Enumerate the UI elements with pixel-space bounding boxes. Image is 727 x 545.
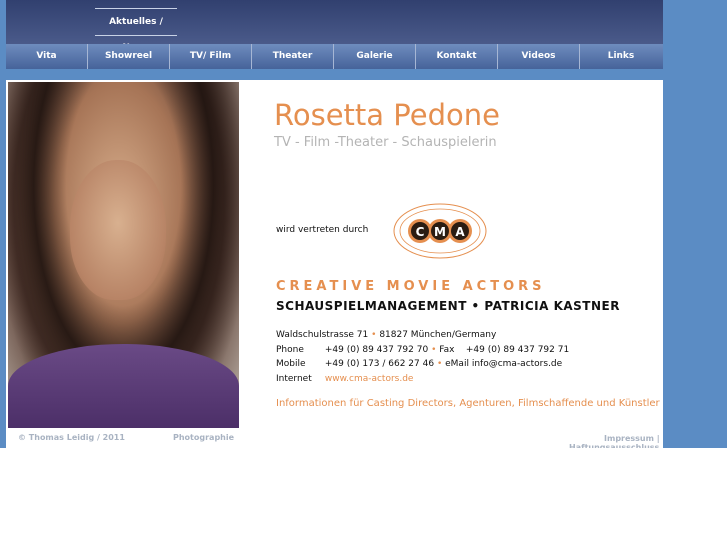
svg-text:A: A — [455, 225, 465, 239]
mobile-label: Mobile — [276, 359, 306, 369]
phone-label: Phone — [276, 344, 304, 355]
internet-label: Internet — [276, 373, 312, 384]
agency-title: CREATIVE MOVIE ACTORS — [276, 279, 546, 294]
header-bar: Aktuelles / News — [6, 0, 663, 53]
nav-item-theater[interactable]: Theater — [252, 44, 334, 69]
photo-shirt — [8, 344, 239, 428]
photo-copyright: © Thomas Leidig / 2011 — [18, 433, 125, 442]
photographie-link[interactable]: Photographie — [173, 433, 234, 442]
represented-by-text: wird vertreten durch — [276, 225, 369, 235]
fax-label: Fax — [439, 344, 455, 355]
agency-subtitle: SCHAUSPIELMANAGEMENT • PATRICIA KASTNER — [276, 299, 620, 313]
phone-number: +49 (0) 89 437 792 70 — [324, 344, 429, 355]
website-link[interactable]: www.cma-actors.de — [325, 374, 414, 384]
cma-logo: C M A — [393, 203, 487, 259]
nav-item-links[interactable]: Links — [580, 44, 662, 69]
bullet: • — [431, 344, 440, 355]
bullet: • — [436, 359, 446, 369]
nav-item-showreel[interactable]: Showreel — [88, 44, 170, 69]
main-nav: Vita Showreel TV/ Film Theater Galerie K… — [6, 44, 663, 69]
nav-item-galerie[interactable]: Galerie — [334, 44, 416, 69]
casting-info-link[interactable]: Informationen für Casting Directors, Age… — [276, 398, 666, 410]
actor-name: Rosetta Pedone — [274, 98, 500, 132]
fax-number: +49 (0) 89 437 792 71 — [465, 344, 570, 355]
agency-address: Waldschulstrasse 71 • 81827 München/Germ… — [276, 328, 569, 386]
news-link[interactable]: Aktuelles / News — [95, 8, 177, 53]
impressum-link[interactable]: Impressum | — [604, 434, 660, 443]
svg-text:M: M — [434, 225, 446, 239]
nav-item-vita[interactable]: Vita — [6, 44, 88, 69]
nav-item-videos[interactable]: Videos — [498, 44, 580, 69]
photo-face — [70, 160, 166, 300]
content-panel: © Thomas Leidig / 2011 Photographie Rose… — [6, 80, 663, 448]
address-street: Waldschulstrasse 71 — [276, 330, 369, 340]
haftung-link[interactable]: Haftungsausschluss — [569, 443, 659, 448]
nav-item-kontakt[interactable]: Kontakt — [416, 44, 498, 69]
actor-subtitle: TV - Film -Theater - Schauspielerin — [274, 135, 497, 150]
portrait-photo — [8, 82, 239, 428]
email-address[interactable]: info@cma-actors.de — [472, 359, 562, 369]
mobile-number: +49 (0) 173 / 662 27 46 — [324, 359, 435, 369]
email-label: eMail — [445, 359, 469, 369]
address-city: 81827 München/Germany — [379, 330, 497, 340]
svg-text:C: C — [416, 225, 425, 239]
nav-item-tv-film[interactable]: TV/ Film — [170, 44, 252, 69]
